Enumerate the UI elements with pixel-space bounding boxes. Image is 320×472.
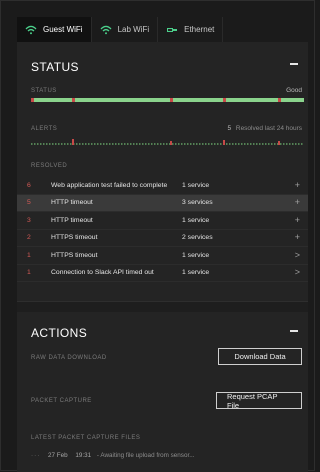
service-count: 1 service xyxy=(182,269,210,277)
tab-label: Guest WiFi xyxy=(43,25,83,34)
status-title: STATUS xyxy=(31,60,79,74)
service-count: 1 service xyxy=(182,181,210,189)
alert-message: Connection to Slack API timed out xyxy=(51,269,154,277)
alert-count: 3 xyxy=(27,216,31,224)
service-count: 3 services xyxy=(182,199,213,207)
file-date: 27 Feb xyxy=(48,452,68,459)
alert-count: 2 xyxy=(27,234,31,242)
file-time: 19:31 xyxy=(75,452,92,459)
status-panel: STATUS STATUS Good ALERTS 5 Resolved las… xyxy=(17,42,308,308)
status-timeline-marker xyxy=(72,98,75,102)
tab-ethernet[interactable]: Ethernet xyxy=(158,17,224,42)
ethernet-icon xyxy=(166,25,178,35)
service-count: 1 service xyxy=(182,251,210,259)
tab-label: Ethernet xyxy=(184,25,215,34)
chevron-right-icon[interactable]: > xyxy=(295,250,300,260)
expand-icon[interactable]: + xyxy=(295,215,300,225)
packet-capture-label: PACKET CAPTURE xyxy=(31,398,92,404)
resolved-list: 6 Web application test failed to complet… xyxy=(17,177,308,282)
alerts-summary: 5 Resolved last 24 hours xyxy=(227,125,302,132)
alerts-sparkline xyxy=(31,139,304,145)
status-timeline-marker xyxy=(223,98,226,102)
alert-count: 6 xyxy=(27,181,31,189)
file-status: - Awaiting file upload from sensor... xyxy=(96,452,195,459)
alert-message: HTTP timeout xyxy=(51,199,93,207)
expand-icon[interactable]: + xyxy=(295,233,300,242)
resolved-row[interactable]: 3 HTTP timeout 1 service + xyxy=(17,212,308,230)
service-count: 2 services xyxy=(182,234,213,242)
status-timeline-bar xyxy=(31,98,304,102)
alert-count: 1 xyxy=(27,251,31,259)
alerts-count: 5 xyxy=(227,125,232,132)
resolved-row[interactable]: 1 Connection to Slack API timed out 1 se… xyxy=(17,265,308,282)
status-timeline-marker xyxy=(31,98,34,102)
actions-title: ACTIONS xyxy=(31,326,88,340)
resolved-label: RESOLVED xyxy=(31,163,68,169)
tab-label: Lab WiFi xyxy=(117,25,150,34)
collapse-status-button[interactable] xyxy=(290,63,298,65)
collapse-actions-button[interactable] xyxy=(290,330,298,332)
alert-message: HTTPS timeout xyxy=(51,251,98,259)
pcap-file-item[interactable]: ··· 27 Feb 19:31 - Awaiting file upload … xyxy=(31,452,194,459)
alert-count: 5 xyxy=(27,199,31,207)
resolved-row[interactable]: 6 Web application test failed to complet… xyxy=(17,177,308,195)
resolved-row[interactable]: 5 HTTP timeout 3 services + xyxy=(17,194,308,212)
expand-icon[interactable]: + xyxy=(295,198,300,207)
latest-files-label: LATEST PACKET CAPTURE FILES xyxy=(31,435,141,441)
tab-lab-wifi[interactable]: Lab WiFi xyxy=(91,17,159,42)
service-count: 1 service xyxy=(182,216,210,224)
alert-message: HTTP timeout xyxy=(51,216,93,224)
status-timeline-marker xyxy=(278,98,281,102)
resolved-row[interactable]: 1 HTTPS timeout 1 service > xyxy=(17,247,308,265)
alerts-label: ALERTS xyxy=(31,126,58,132)
alert-message: HTTPS timeout xyxy=(51,234,98,242)
actions-panel: ACTIONS RAW DATA DOWNLOAD Download Data … xyxy=(17,312,308,472)
wifi-icon xyxy=(100,25,112,35)
alerts-suffix: Resolved last 24 hours xyxy=(235,125,302,132)
status-value: Good xyxy=(286,87,302,94)
wifi-icon xyxy=(25,25,37,35)
more-icon[interactable]: ··· xyxy=(31,452,40,459)
resolved-row[interactable]: 2 HTTPS timeout 2 services + xyxy=(17,230,308,247)
request-pcap-button[interactable]: Request PCAP File xyxy=(216,392,302,410)
raw-data-label: RAW DATA DOWNLOAD xyxy=(31,355,107,361)
network-tabs: Guest WiFi Lab WiFi Ethernet xyxy=(17,17,224,42)
download-data-button[interactable]: Download Data xyxy=(218,348,302,365)
chevron-right-icon[interactable]: > xyxy=(295,268,300,277)
expand-icon[interactable]: + xyxy=(295,180,300,190)
tab-guest-wifi[interactable]: Guest WiFi xyxy=(17,17,92,42)
alert-message: Web application test failed to complete xyxy=(51,181,168,189)
network-status-app: Guest WiFi Lab WiFi Ethernet STATUS STAT… xyxy=(0,0,315,472)
alert-count: 1 xyxy=(27,269,31,277)
status-timeline-marker xyxy=(170,98,173,102)
status-label: STATUS xyxy=(31,88,57,94)
